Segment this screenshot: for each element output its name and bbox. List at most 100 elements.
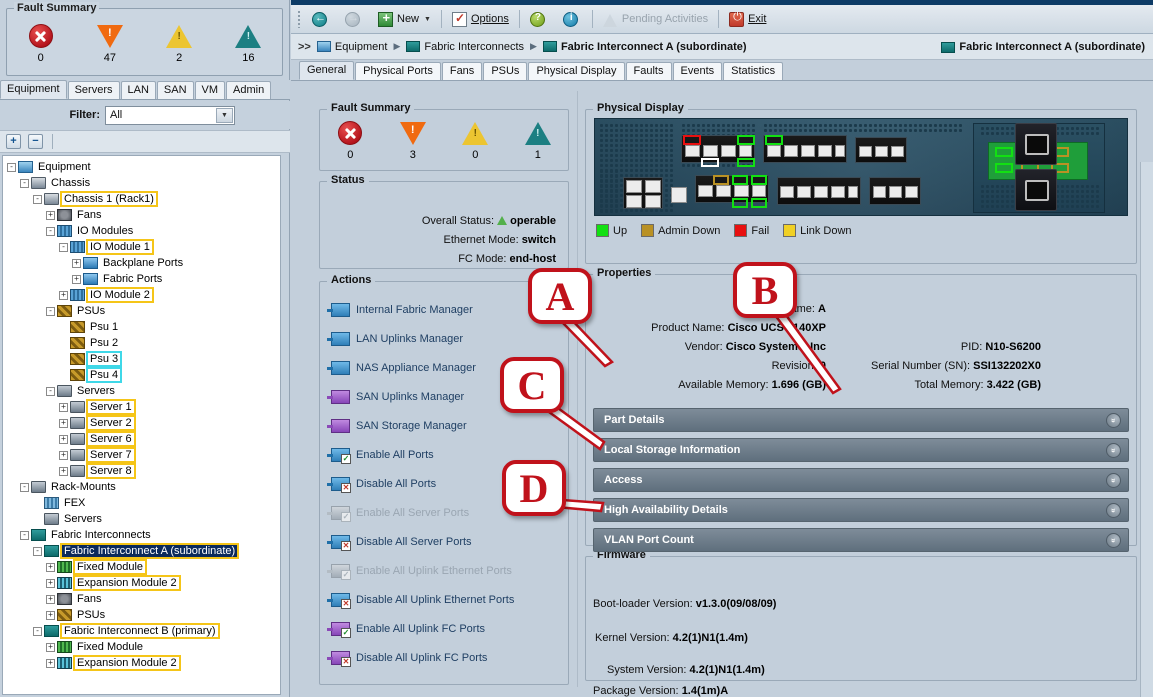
tree-node[interactable]: Psu 2: [3, 335, 280, 351]
section-high-availability-details[interactable]: High Availability Details»: [593, 498, 1129, 522]
left-tab-equipment[interactable]: Equipment: [0, 80, 67, 99]
tree-node[interactable]: +Fixed Module: [3, 559, 280, 575]
tree-node[interactable]: +Server 1: [3, 399, 280, 415]
breadcrumb-item-equipment[interactable]: Equipment: [317, 41, 388, 53]
action-disable-all-uplink-fc-ports[interactable]: ✕Disable All Uplink FC Ports: [331, 651, 487, 665]
tree-node[interactable]: +Server 8: [3, 463, 280, 479]
collapse-node-icon[interactable]: -: [33, 547, 42, 556]
vertical-scrollbar[interactable]: [1140, 162, 1153, 697]
tree-node[interactable]: Servers: [3, 511, 280, 527]
section-vlan-port-count[interactable]: VLAN Port Count»: [593, 528, 1129, 552]
tree-node[interactable]: +Expansion Module 2: [3, 655, 280, 671]
tree-node[interactable]: -Fabric Interconnect A (subordinate): [3, 543, 280, 559]
section-access[interactable]: Access»: [593, 468, 1129, 492]
section-part-details[interactable]: Part Details»: [593, 408, 1129, 432]
main-fault-count-warning[interactable]: 1: [507, 121, 570, 161]
tree-node[interactable]: -Chassis 1 (Rack1): [3, 191, 280, 207]
tab-physical-ports[interactable]: Physical Ports: [355, 62, 441, 80]
equipment-tree[interactable]: -Equipment-Chassis-Chassis 1 (Rack1)+Fan…: [2, 155, 281, 695]
tree-node[interactable]: +Server 7: [3, 447, 280, 463]
fault-count-warning[interactable]: 16: [214, 24, 283, 64]
tree-node[interactable]: +Server 2: [3, 415, 280, 431]
expand-node-icon[interactable]: +: [46, 563, 55, 572]
chevron-down-icon[interactable]: ▼: [216, 108, 233, 123]
fabric-interconnect-chassis-image[interactable]: [594, 118, 1128, 216]
tree-node[interactable]: -PSUs: [3, 303, 280, 319]
tree-node[interactable]: -Fabric Interconnect B (primary): [3, 623, 280, 639]
tree-node[interactable]: +Fans: [3, 207, 280, 223]
left-tab-lan[interactable]: LAN: [121, 81, 156, 99]
action-enable-all-uplink-fc-ports[interactable]: ✓Enable All Uplink FC Ports: [331, 622, 485, 636]
action-disable-all-ports[interactable]: ✕Disable All Ports: [331, 477, 436, 491]
main-fault-count-critical[interactable]: 0: [319, 121, 382, 161]
tab-physical-display[interactable]: Physical Display: [528, 62, 624, 80]
main-fault-count-minor[interactable]: 0: [444, 121, 507, 161]
tree-node[interactable]: -Servers: [3, 383, 280, 399]
tree-node[interactable]: Psu 4: [3, 367, 280, 383]
action-san-uplinks-manager[interactable]: SAN Uplinks Manager: [331, 390, 464, 404]
tree-node[interactable]: -Rack-Mounts: [3, 479, 280, 495]
tree-node[interactable]: +PSUs: [3, 607, 280, 623]
collapse-node-icon[interactable]: -: [33, 627, 42, 636]
back-button[interactable]: [305, 8, 338, 30]
new-button[interactable]: New ▼: [371, 8, 438, 30]
collapse-node-icon[interactable]: -: [46, 307, 55, 316]
expand-node-icon[interactable]: +: [46, 211, 55, 220]
tree-node[interactable]: -Chassis: [3, 175, 280, 191]
tab-faults[interactable]: Faults: [626, 62, 672, 80]
chevron-down-icon[interactable]: ▼: [424, 16, 431, 23]
tree-node[interactable]: Psu 1: [3, 319, 280, 335]
tree-node[interactable]: -IO Modules: [3, 223, 280, 239]
chevron-down-icon[interactable]: »: [1106, 443, 1121, 458]
tab-fans[interactable]: Fans: [442, 62, 482, 80]
left-tab-vm[interactable]: VM: [195, 81, 226, 99]
tree-node[interactable]: +Server 6: [3, 431, 280, 447]
breadcrumb-item-fabric-interconnect-a[interactable]: Fabric Interconnect A (subordinate): [543, 41, 747, 53]
tree-node[interactable]: +Backplane Ports: [3, 255, 280, 271]
collapse-node-icon[interactable]: -: [59, 243, 68, 252]
exit-button[interactable]: Exit: [722, 8, 773, 30]
tree-node[interactable]: +Expansion Module 2: [3, 575, 280, 591]
options-button[interactable]: Options: [445, 8, 516, 30]
expand-node-icon[interactable]: +: [59, 451, 68, 460]
chevron-down-icon[interactable]: »: [1106, 533, 1121, 548]
action-lan-uplinks-manager[interactable]: LAN Uplinks Manager: [331, 332, 463, 346]
tree-node[interactable]: -Fabric Interconnects: [3, 527, 280, 543]
tree-node[interactable]: Psu 3: [3, 351, 280, 367]
expand-node-icon[interactable]: +: [46, 643, 55, 652]
collapse-node-icon[interactable]: -: [33, 195, 42, 204]
tab-general[interactable]: General: [299, 61, 354, 80]
left-tab-servers[interactable]: Servers: [68, 81, 120, 99]
chevron-down-icon[interactable]: »: [1106, 503, 1121, 518]
tree-node[interactable]: +Fabric Ports: [3, 271, 280, 287]
left-tab-admin[interactable]: Admin: [226, 81, 271, 99]
chevron-down-icon[interactable]: »: [1106, 473, 1121, 488]
collapse-node-icon[interactable]: -: [20, 531, 29, 540]
collapse-node-icon[interactable]: -: [20, 483, 29, 492]
fault-count-major[interactable]: 47: [75, 24, 144, 64]
collapse-node-icon[interactable]: -: [46, 227, 55, 236]
expand-node-icon[interactable]: +: [72, 275, 81, 284]
section-local-storage-information[interactable]: Local Storage Information»: [593, 438, 1129, 462]
action-disable-all-uplink-ethernet-ports[interactable]: ✕Disable All Uplink Ethernet Ports: [331, 593, 514, 607]
action-nas-appliance-manager[interactable]: NAS Appliance Manager: [331, 361, 476, 375]
tree-node[interactable]: -Equipment: [3, 159, 280, 175]
expand-node-icon[interactable]: +: [59, 435, 68, 444]
breadcrumb-item-fabric-interconnects[interactable]: Fabric Interconnects: [406, 41, 524, 53]
fault-count-critical[interactable]: 0: [6, 24, 75, 64]
expand-node-icon[interactable]: +: [59, 403, 68, 412]
collapse-all-button[interactable]: −: [28, 134, 43, 149]
expand-node-icon[interactable]: +: [46, 595, 55, 604]
expand-node-icon[interactable]: +: [59, 291, 68, 300]
action-disable-all-server-ports[interactable]: ✕Disable All Server Ports: [331, 535, 472, 549]
tree-node[interactable]: +Fixed Module: [3, 639, 280, 655]
toolbar-grip-icon[interactable]: [297, 10, 301, 28]
main-fault-count-major[interactable]: 3: [382, 121, 445, 161]
collapse-node-icon[interactable]: -: [7, 163, 16, 172]
expand-all-button[interactable]: +: [6, 134, 21, 149]
expand-node-icon[interactable]: +: [46, 611, 55, 620]
tab-events[interactable]: Events: [673, 62, 723, 80]
tab-psus[interactable]: PSUs: [483, 62, 527, 80]
action-san-storage-manager[interactable]: SAN Storage Manager: [331, 419, 467, 433]
tree-node[interactable]: FEX: [3, 495, 280, 511]
